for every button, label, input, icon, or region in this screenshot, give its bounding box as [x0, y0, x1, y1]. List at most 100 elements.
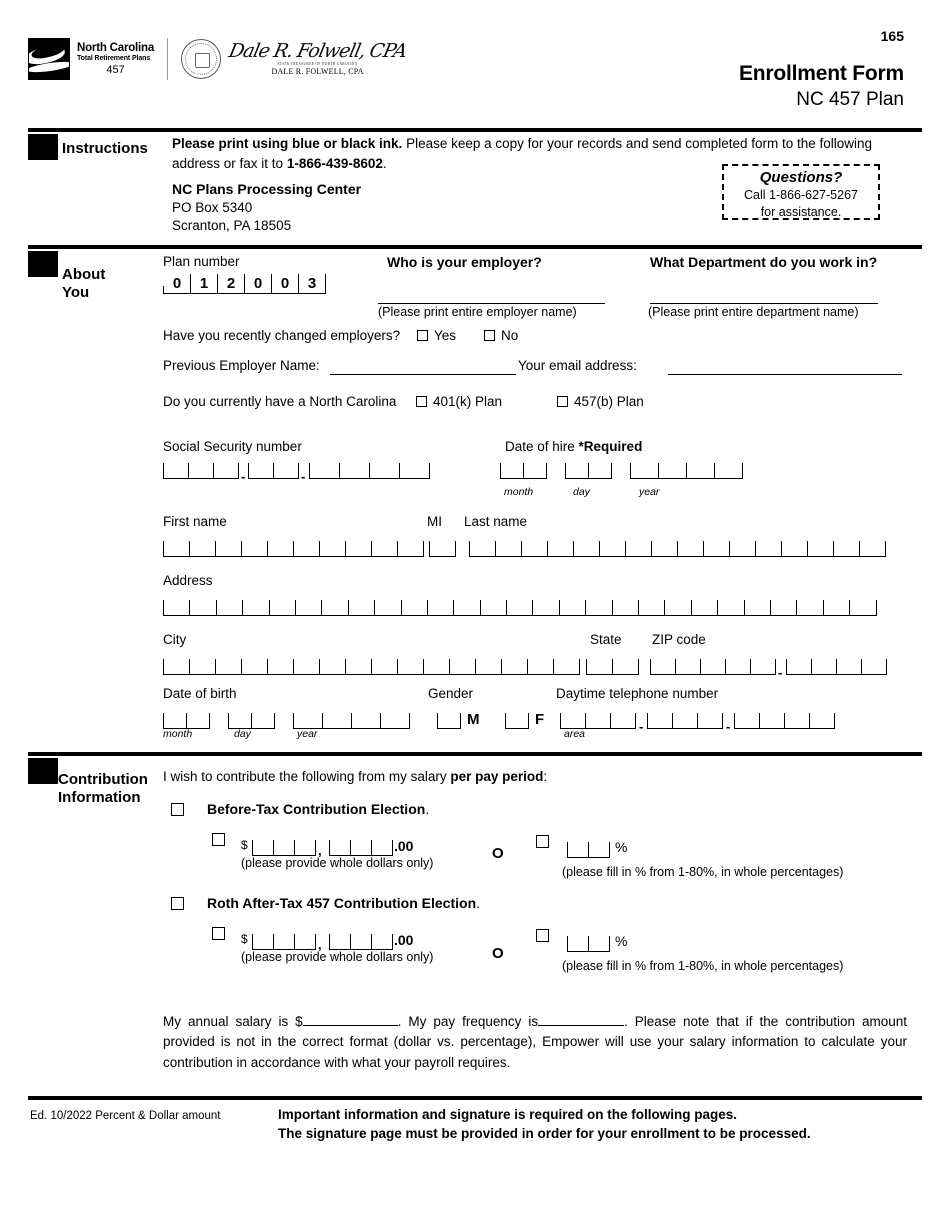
- instructions-bold-lead: Please print using blue or black ink.: [172, 136, 403, 151]
- mi-label: MI: [427, 514, 442, 529]
- department-hint: (Please print entire department name): [648, 305, 859, 319]
- processing-center-name: NC Plans Processing Center: [172, 181, 362, 197]
- roth-period: .: [476, 895, 481, 911]
- salary-paragraph: My annual salary is $ . My pay frequency …: [163, 1012, 907, 1073]
- last-name-label: Last name: [464, 514, 528, 529]
- phone-line-input[interactable]: [734, 713, 835, 729]
- address-input[interactable]: [163, 600, 877, 616]
- processing-center-city: Scranton, PA 18505: [172, 218, 292, 233]
- salary-text-1: My annual salary is $: [163, 1014, 303, 1029]
- section-label-you: You: [62, 284, 90, 302]
- previous-employer-label: Previous Employer Name:: [163, 358, 320, 373]
- checkbox-before-tax-dollar[interactable]: [212, 833, 225, 846]
- email-label: Your email address:: [518, 358, 637, 373]
- salary-text-2: . My pay frequency is: [397, 1014, 539, 1029]
- date-of-hire-required: *Required: [578, 439, 643, 454]
- form-title: Enrollment Form: [738, 62, 904, 85]
- roth-dollar-units[interactable]: [329, 934, 393, 950]
- gender-female-box[interactable]: [505, 713, 529, 729]
- dob-day-input[interactable]: [228, 713, 275, 729]
- before-tax-period: .: [425, 801, 430, 817]
- email-input[interactable]: [668, 374, 902, 375]
- section-label-instructions: Instructions: [62, 140, 148, 157]
- dob-label: Date of birth: [163, 686, 237, 701]
- date-of-hire-label: Date of hire *Required: [505, 439, 642, 454]
- checkbox-before-tax-election[interactable]: [171, 803, 184, 816]
- instructions-period: .: [382, 155, 387, 171]
- dob-year-hint: year: [297, 728, 318, 740]
- previous-employer-input[interactable]: [330, 374, 516, 375]
- plan-number-field[interactable]: 0 1 2 0 0 3: [163, 274, 326, 294]
- phone-prefix-input[interactable]: [647, 713, 723, 729]
- roth-election-label: Roth After-Tax 457 Contribution Election…: [207, 895, 480, 911]
- section-label-about: About: [62, 266, 106, 283]
- rule-instructions-top: [28, 128, 922, 132]
- zip5-input[interactable]: [650, 659, 776, 675]
- ssn-input-part2[interactable]: [248, 463, 299, 479]
- label-no: No: [501, 328, 519, 343]
- hire-year-input[interactable]: [630, 463, 743, 479]
- state-input[interactable]: [586, 659, 639, 675]
- contribution-intro-bold: per pay period: [450, 769, 544, 784]
- hire-day-hint: day: [573, 486, 590, 498]
- section-marker-contribution: [28, 758, 58, 784]
- north-carolina-logo-icon: [28, 38, 70, 80]
- ssn-input-part3[interactable]: [309, 463, 430, 479]
- before-tax-dollar-thousands[interactable]: [252, 840, 316, 856]
- gender-male-box[interactable]: [437, 713, 461, 729]
- roth-or-label: O: [492, 945, 504, 962]
- footer-notice-line1: Important information and signature is r…: [278, 1107, 738, 1122]
- dob-month-hint: month: [163, 728, 193, 740]
- middle-initial-input[interactable]: [429, 541, 456, 557]
- checkbox-changed-employers-yes[interactable]: [417, 330, 428, 341]
- logo-text: North Carolina Total Retirement Plans 45…: [77, 42, 154, 77]
- hire-day-input[interactable]: [565, 463, 612, 479]
- roth-dollar-hint: (please provide whole dollars only): [241, 950, 434, 964]
- annual-salary-input[interactable]: [302, 1025, 398, 1026]
- zip-label: ZIP code: [652, 632, 706, 647]
- checkbox-roth-dollar[interactable]: [212, 927, 225, 940]
- ssn-input-part1[interactable]: [163, 463, 239, 479]
- gender-label: Gender: [428, 686, 474, 701]
- checkbox-changed-employers-no[interactable]: [484, 330, 495, 341]
- footer-notice-line2: The signature page must be provided in o…: [278, 1126, 811, 1141]
- nc-plan-question-label: Do you currently have a North Carolina: [163, 394, 397, 409]
- questions-assistance: for assistance.: [760, 205, 842, 219]
- logo-divider: [167, 38, 169, 80]
- checkbox-roth-percent[interactable]: [536, 929, 549, 942]
- checkbox-before-tax-percent[interactable]: [536, 835, 549, 848]
- checkbox-401k-plan[interactable]: [416, 396, 427, 407]
- roth-percent-input[interactable]: [567, 936, 610, 952]
- before-tax-dollar-units[interactable]: [329, 840, 393, 856]
- form-title-block: Enrollment Form NC 457 Plan: [739, 62, 904, 111]
- processing-center-pobox: PO Box 5340: [172, 200, 253, 215]
- label-401k-plan: 401(k) Plan: [433, 394, 503, 409]
- logo-group: North Carolina Total Retirement Plans 45…: [28, 38, 409, 80]
- last-name-input[interactable]: [469, 541, 886, 557]
- phone-area-input[interactable]: [560, 713, 636, 729]
- roth-dollar-thousands[interactable]: [252, 934, 316, 950]
- employer-input[interactable]: [378, 303, 605, 304]
- first-name-input[interactable]: [163, 541, 424, 557]
- dob-year-input[interactable]: [293, 713, 410, 729]
- checkbox-roth-election[interactable]: [171, 897, 184, 910]
- page-number: 165: [880, 28, 904, 44]
- roth-bold-text: Roth After-Tax 457 Contribution Election: [207, 895, 477, 911]
- department-question-label: What Department do you work in?: [650, 254, 878, 270]
- employer-question-label: Who is your employer?: [387, 254, 542, 270]
- checkbox-457b-plan[interactable]: [557, 396, 568, 407]
- before-tax-dollar-sign: $: [241, 838, 248, 852]
- enrollment-form-page: North Carolina Total Retirement Plans 45…: [0, 0, 950, 1230]
- department-input[interactable]: [650, 303, 878, 304]
- before-tax-percent-input[interactable]: [567, 842, 610, 858]
- plan-digit: 0: [272, 274, 299, 294]
- contribution-intro: I wish to contribute the following from …: [163, 769, 547, 784]
- before-tax-cents: .00: [394, 838, 414, 854]
- section-label-contribution-line1: Contribution: [58, 771, 148, 788]
- dob-month-input[interactable]: [163, 713, 210, 729]
- zip4-input[interactable]: [786, 659, 887, 675]
- plan-digit: 0: [245, 274, 272, 294]
- city-input[interactable]: [163, 659, 580, 675]
- hire-month-input[interactable]: [500, 463, 547, 479]
- pay-frequency-input[interactable]: [538, 1025, 625, 1026]
